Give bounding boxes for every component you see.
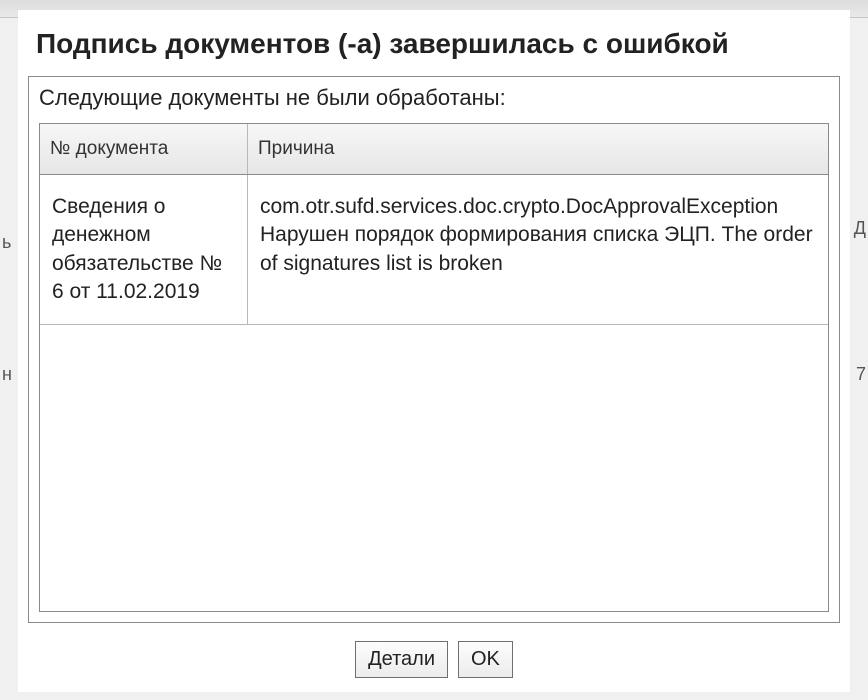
bg-text-fragment: Д [854, 218, 866, 239]
details-button[interactable]: Детали [355, 641, 448, 678]
error-table: № документа Причина Сведения о денежном … [39, 123, 829, 612]
dialog-button-bar: Детали OK [18, 631, 850, 692]
bg-text-fragment: 7 [856, 364, 866, 385]
column-header-document[interactable]: № документа [40, 124, 248, 174]
column-header-reason[interactable]: Причина [248, 124, 828, 174]
table-header-row: № документа Причина [40, 124, 828, 175]
bg-text-fragment: ь [2, 232, 11, 253]
table-body[interactable]: Сведения о денежном обязательстве № 6 от… [40, 175, 828, 611]
ok-button[interactable]: OK [458, 641, 513, 678]
dialog-message: Следующие документы не были обработаны: [29, 77, 839, 123]
cell-document: Сведения о денежном обязательстве № 6 от… [40, 175, 248, 324]
cell-reason: com.otr.sufd.services.doc.crypto.DocAppr… [248, 175, 828, 324]
dialog-title: Подпись документов (-а) завершилась с ош… [18, 10, 850, 76]
error-dialog: Подпись документов (-а) завершилась с ош… [18, 10, 850, 692]
dialog-body: Следующие документы не были обработаны: … [28, 76, 840, 623]
bg-text-fragment: н [2, 364, 12, 385]
table-row[interactable]: Сведения о денежном обязательстве № 6 от… [40, 175, 828, 325]
